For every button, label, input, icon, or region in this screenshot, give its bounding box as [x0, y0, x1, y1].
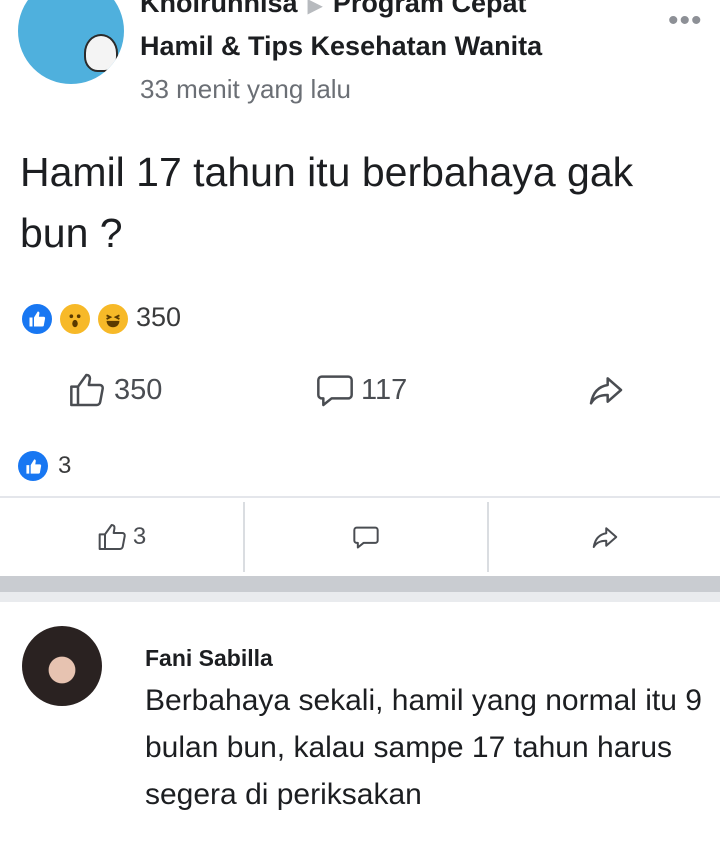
commenter-name[interactable]: Fani Sabilla: [145, 645, 273, 672]
like-count: 3: [132, 523, 147, 550]
like-reaction-icon[interactable]: [20, 302, 54, 336]
comment-button[interactable]: [245, 498, 487, 576]
post-timestamp[interactable]: 33 menit yang lalu: [140, 74, 351, 105]
more-options-icon[interactable]: •••: [668, 4, 703, 38]
commenter-avatar[interactable]: [22, 626, 102, 706]
comment-bubble-icon: [353, 526, 379, 549]
haha-reaction-icon[interactable]: [96, 302, 130, 336]
share-arrow-icon: [589, 377, 623, 405]
group-name[interactable]: Program Cepat: [333, 0, 527, 18]
section-divider: [0, 576, 720, 592]
share-button[interactable]: [586, 370, 632, 410]
share-arrow-icon: [592, 527, 617, 548]
action-bar: 3: [0, 496, 720, 576]
reaction-count[interactable]: 350: [136, 302, 181, 333]
like-button[interactable]: 350: [68, 370, 162, 410]
like-reaction-icon[interactable]: [18, 451, 48, 481]
author-avatar[interactable]: [18, 0, 124, 84]
section-divider: [0, 592, 720, 602]
like-count: 350: [114, 373, 163, 406]
post-text: Hamil 17 tahun itu berbahaya gak bun ?: [20, 149, 634, 256]
group-name-line2[interactable]: Hamil & Tips Kesehatan Wanita: [140, 31, 542, 62]
like-button[interactable]: 3: [0, 498, 243, 576]
comment-button[interactable]: 117: [315, 370, 407, 410]
thumbs-up-icon: [70, 373, 104, 407]
arrow-right-icon: ▶: [307, 0, 323, 17]
reaction-count[interactable]: 3: [58, 452, 71, 480]
thumbs-up-icon: [98, 524, 126, 550]
comment-count: 117: [361, 373, 408, 406]
post-header-line1: Kholrunnisa ▶ Program Cepat: [140, 0, 526, 19]
comment-text: Berbahaya sekali, hamil yang normal itu …: [145, 684, 702, 811]
comment-bubble-icon: [317, 375, 353, 407]
wow-reaction-icon[interactable]: [58, 302, 92, 336]
share-button[interactable]: [489, 498, 720, 576]
avatar-figure-icon: [84, 34, 118, 72]
author-name[interactable]: Kholrunnisa: [140, 0, 298, 18]
